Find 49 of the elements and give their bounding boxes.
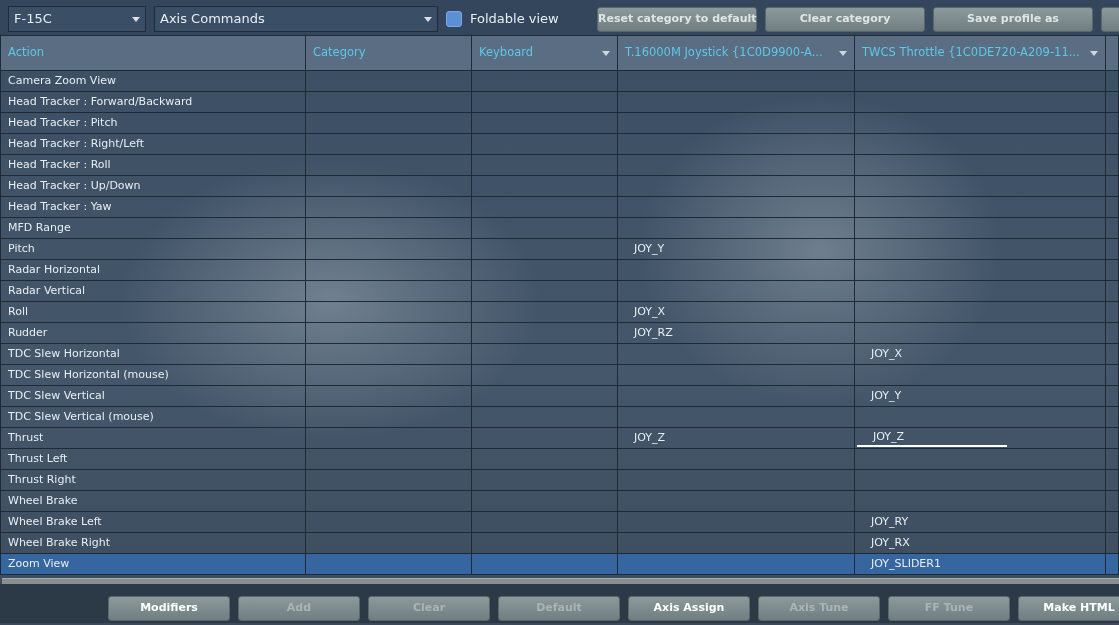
caret-icon: [424, 16, 432, 22]
checkbox-label: Foldable view: [470, 10, 559, 29]
action-cell[interactable]: Wheel Brake: [0, 490, 306, 512]
action-cell[interactable]: Head Tracker : Right/Left: [0, 133, 306, 155]
binding-cell[interactable]: JOY_RZ: [617, 322, 855, 344]
dropdown-value: Axis Commands: [160, 10, 265, 29]
action-button[interactable]: Make HTML: [1018, 596, 1119, 621]
action-cell[interactable]: Radar Vertical: [0, 280, 306, 302]
action-button[interactable]: Axis Assign: [628, 596, 750, 621]
action-cell[interactable]: Pitch: [0, 238, 306, 260]
action-cell[interactable]: Zoom View: [0, 553, 306, 575]
action-cell[interactable]: Wheel Brake Left: [0, 511, 306, 533]
binding-cell[interactable]: JOY_X: [617, 301, 855, 323]
column-title: Keyboard: [479, 44, 534, 62]
action-cell[interactable]: Head Tracker : Roll: [0, 154, 306, 176]
binding-cell[interactable]: JOY_X: [854, 343, 1106, 365]
action-cell[interactable]: Thrust Right: [0, 469, 306, 491]
action-cell[interactable]: MFD Range: [0, 217, 306, 239]
action-cell[interactable]: Rudder: [0, 322, 306, 344]
column-title: T.16000M Joystick {1C0D9900-A...: [625, 44, 823, 62]
column-title: TWCS Throttle {1C0DE720-A209-11...: [862, 44, 1080, 62]
dropdown-value: F-15C: [14, 10, 52, 29]
action-cell[interactable]: TDC Slew Vertical: [0, 385, 306, 407]
action-cell[interactable]: Thrust: [0, 427, 306, 449]
binding-cell[interactable]: JOY_RY: [854, 511, 1106, 533]
binding-cell[interactable]: JOY_Z: [617, 427, 855, 449]
caret-icon: [132, 16, 140, 22]
action-cell[interactable]: Thrust Left: [0, 448, 306, 470]
column-title: Action: [8, 44, 45, 62]
action-cell[interactable]: Camera Zoom View: [0, 70, 306, 92]
action-cell[interactable]: TDC Slew Horizontal (mouse): [0, 364, 306, 386]
category-dropdown[interactable]: Axis Commands: [154, 6, 438, 32]
binding-cell[interactable]: JOY_SLIDER1: [854, 553, 1106, 575]
binding-cell[interactable]: JOY_Y: [854, 385, 1106, 407]
action-cell[interactable]: Roll: [0, 301, 306, 323]
action-cell[interactable]: Head Tracker : Yaw: [0, 196, 306, 218]
action-cell[interactable]: Head Tracker : Up/Down: [0, 175, 306, 197]
action-cell[interactable]: TDC Slew Vertical (mouse): [0, 406, 306, 428]
aircraft-dropdown[interactable]: F-15C: [8, 6, 146, 32]
action-cell[interactable]: Wheel Brake Right: [0, 532, 306, 554]
checkbox[interactable]: [446, 11, 462, 27]
binding-cell[interactable]: JOY_RX: [854, 532, 1106, 554]
column-title: Category: [313, 44, 366, 62]
action-cell[interactable]: Head Tracker : Pitch: [0, 112, 306, 134]
action-button[interactable]: Modifiers: [108, 596, 230, 621]
action-cell[interactable]: TDC Slew Horizontal: [0, 343, 306, 365]
action-cell[interactable]: Head Tracker : Forward/Backward: [0, 91, 306, 113]
action-cell[interactable]: Radar Horizontal: [0, 259, 306, 281]
binding-cell[interactable]: JOY_Y: [617, 238, 855, 260]
